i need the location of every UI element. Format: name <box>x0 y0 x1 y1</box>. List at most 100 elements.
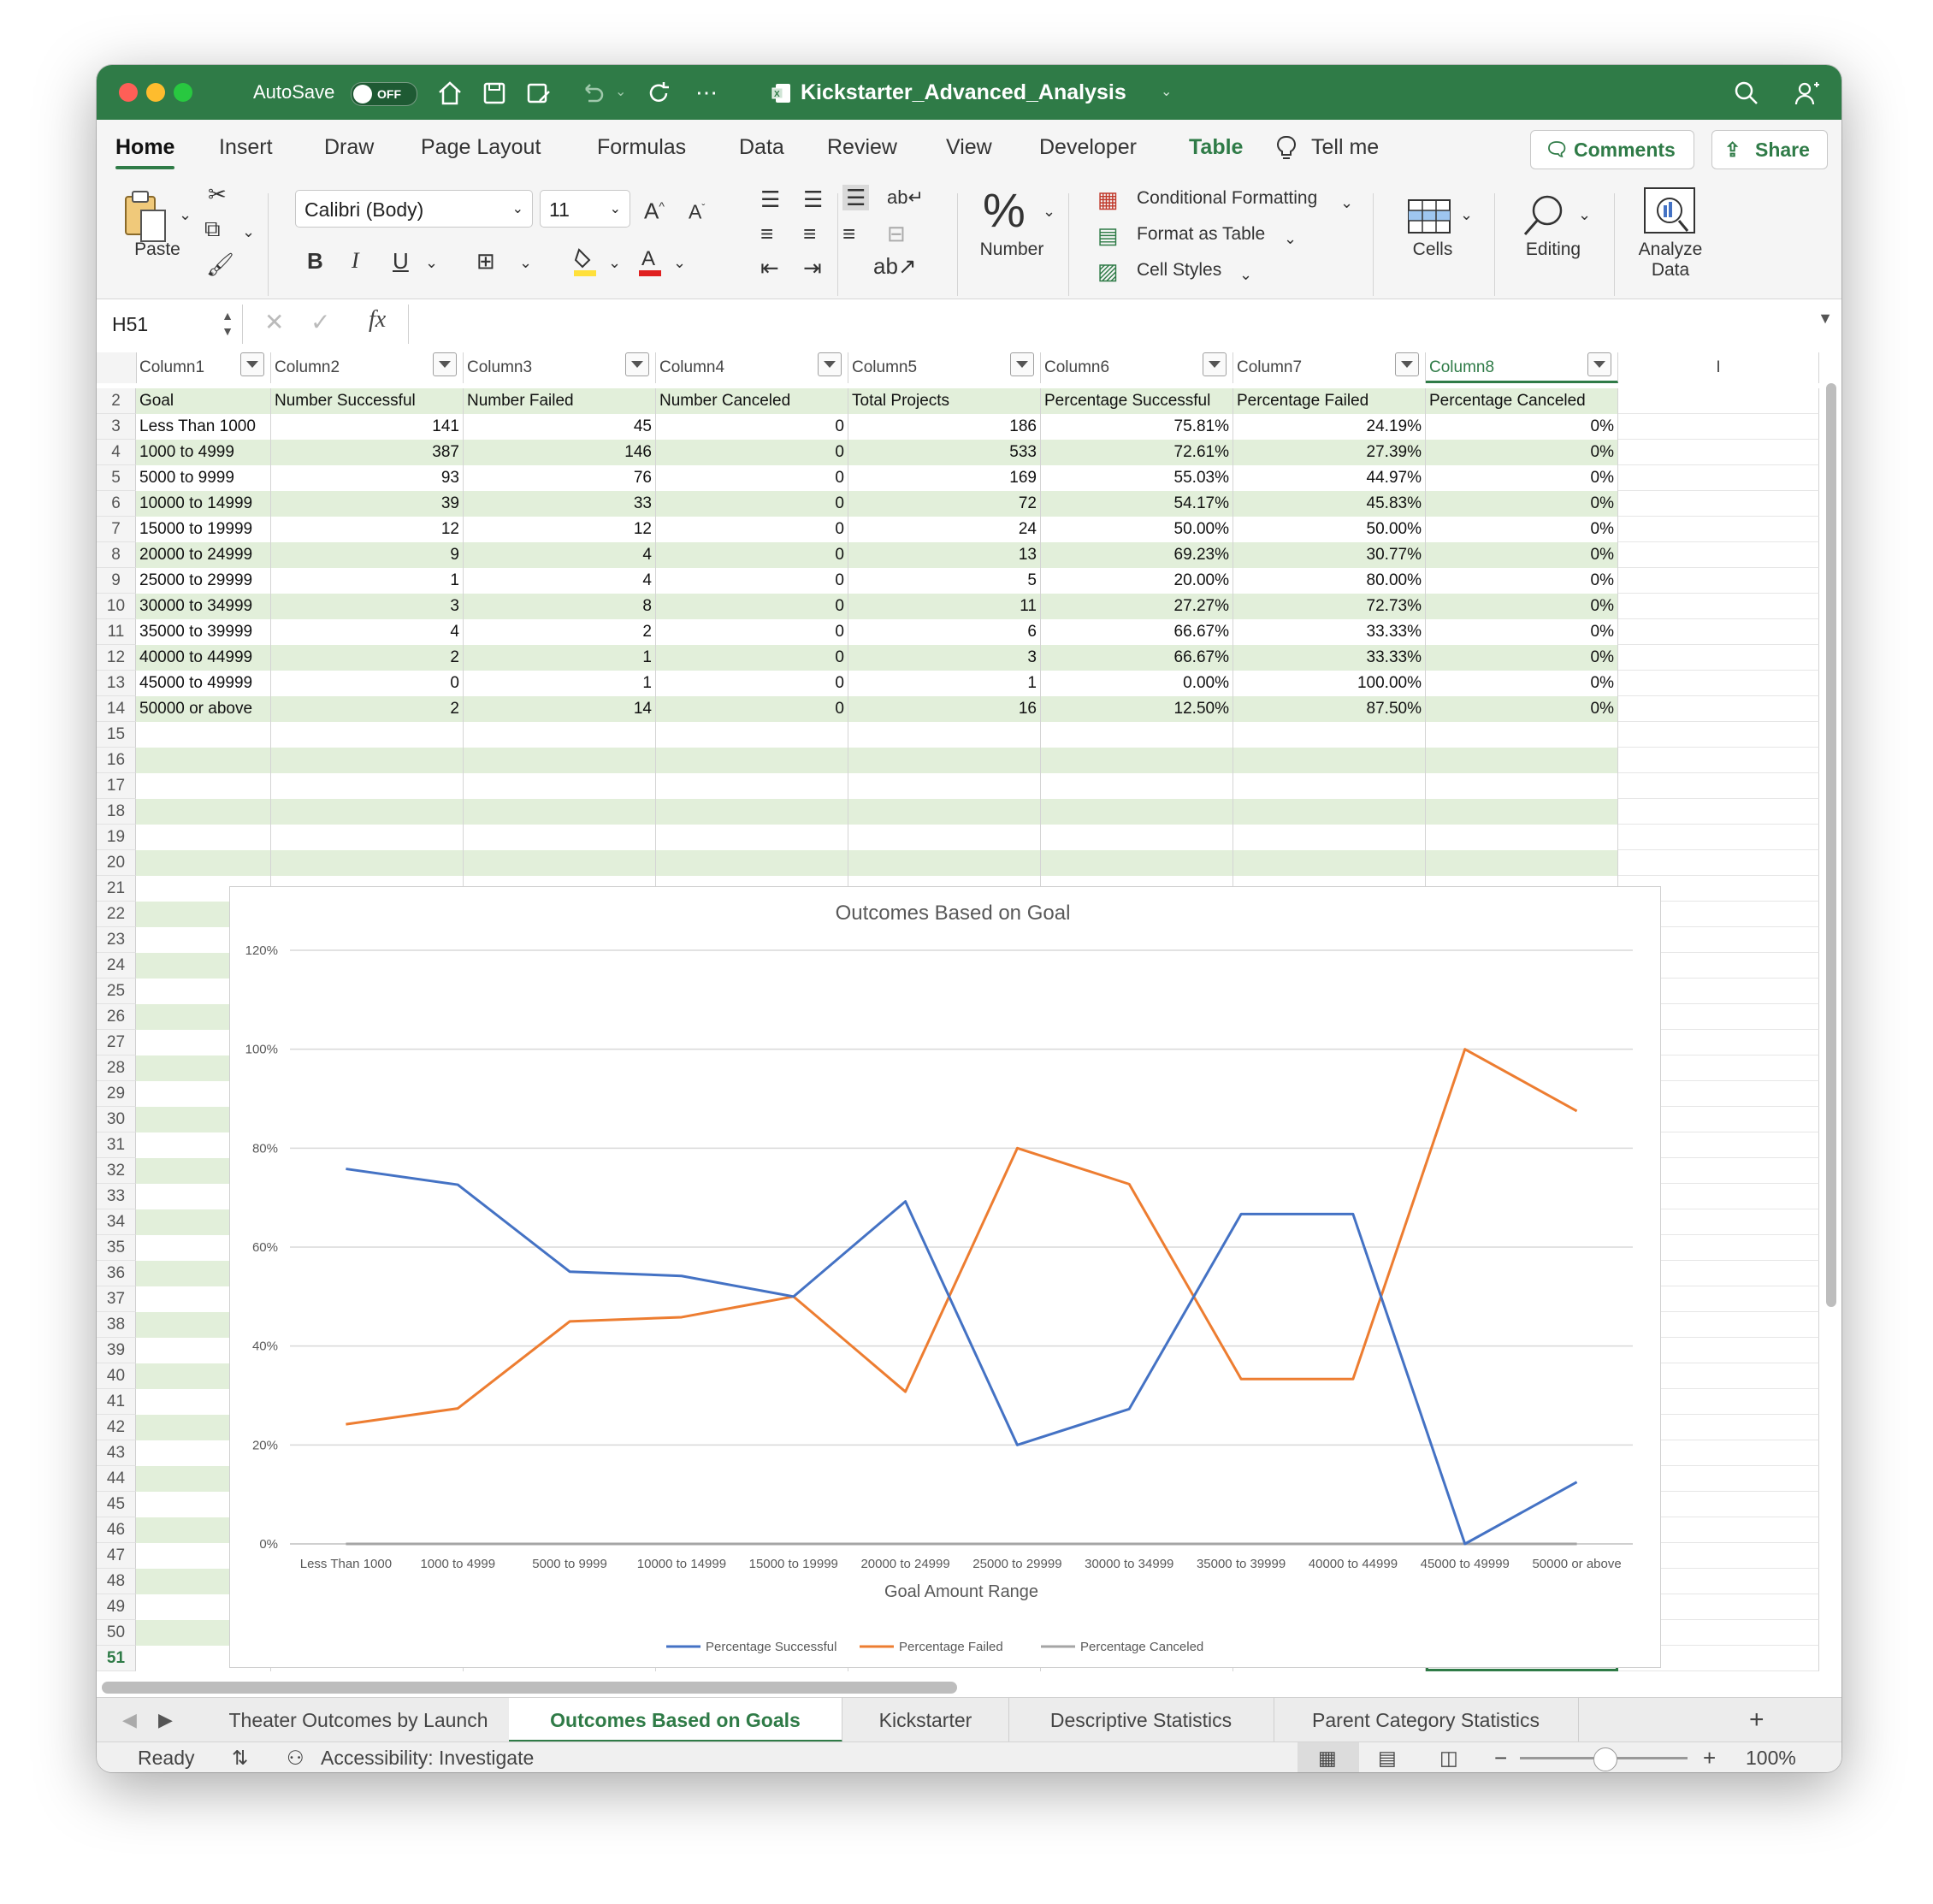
macro-record-icon[interactable]: ⇅ <box>232 1742 248 1772</box>
row-number[interactable]: 6 <box>97 491 136 517</box>
filter-dropdown-icon[interactable] <box>1587 352 1611 376</box>
decrease-indent-icon[interactable]: ⇤ <box>760 255 779 281</box>
font-name-select[interactable]: Calibri (Body) ⌄ <box>295 190 533 228</box>
table-cell[interactable]: 0% <box>1426 568 1618 594</box>
table-cell[interactable]: 44.97% <box>1233 465 1426 491</box>
italic-button[interactable]: I <box>352 248 359 274</box>
table-cell[interactable] <box>464 850 656 876</box>
filter-dropdown-icon[interactable] <box>1010 352 1034 376</box>
table-cell[interactable]: Goal <box>136 388 271 414</box>
table-cell[interactable] <box>464 825 656 850</box>
table-cell[interactable]: 12 <box>464 517 656 542</box>
table-cell[interactable]: 0 <box>656 594 848 619</box>
table-cell[interactable]: 72 <box>848 491 1041 517</box>
table-cell[interactable] <box>656 850 848 876</box>
table-cell[interactable] <box>1426 799 1618 825</box>
analyze-data-icon[interactable] <box>1641 185 1698 239</box>
table-cell[interactable]: 0% <box>1426 414 1618 440</box>
table-cell[interactable]: 24.19% <box>1233 414 1426 440</box>
table-cell[interactable] <box>271 748 464 773</box>
row-number[interactable]: 37 <box>97 1286 136 1312</box>
chevron-down-icon[interactable]: ⌄ <box>1284 226 1297 251</box>
share-person-icon[interactable] <box>1794 79 1823 108</box>
title-chevron-icon[interactable]: ⌄ <box>1161 65 1172 120</box>
tab-home[interactable]: Home <box>115 120 175 174</box>
table-cell[interactable]: 45.83% <box>1233 491 1426 517</box>
normal-view-button[interactable]: ▦ <box>1298 1742 1359 1772</box>
font-color-dropdown-icon[interactable]: ⌄ <box>673 250 686 275</box>
table-cell[interactable] <box>848 748 1041 773</box>
tab-table[interactable]: Table <box>1189 120 1243 174</box>
row-number[interactable]: 24 <box>97 953 136 979</box>
table-cell[interactable] <box>1041 722 1233 748</box>
table-cell[interactable]: 11 <box>848 594 1041 619</box>
table-cell[interactable] <box>1618 440 1819 465</box>
table-cell[interactable]: 0% <box>1426 619 1618 645</box>
row-number[interactable]: 35 <box>97 1235 136 1261</box>
table-cell[interactable]: 0% <box>1426 645 1618 671</box>
file-title[interactable]: Kickstarter_Advanced_Analysis <box>801 65 1126 120</box>
table-cell[interactable] <box>848 722 1041 748</box>
undo-icon[interactable] <box>577 79 606 108</box>
table-cell[interactable]: 5000 to 9999 <box>136 465 271 491</box>
row-number[interactable]: 23 <box>97 927 136 953</box>
table-cell[interactable] <box>271 799 464 825</box>
line-chart[interactable]: Outcomes Based on Goal 0% 20% 40% 60% 80% 100%… <box>229 886 1661 1668</box>
save-icon[interactable] <box>480 79 509 108</box>
row-number[interactable]: 34 <box>97 1209 136 1235</box>
tab-view[interactable]: View <box>946 120 992 174</box>
row-number[interactable]: 3 <box>97 414 136 440</box>
table-cell[interactable]: 45 <box>464 414 656 440</box>
row-number[interactable]: 48 <box>97 1569 136 1594</box>
format-painter-icon[interactable]: 🖌 <box>206 251 234 277</box>
merge-center-icon[interactable]: ⊟ <box>887 221 906 246</box>
copy-dropdown-icon[interactable]: ⌄ <box>242 219 255 245</box>
table-cell[interactable] <box>1618 388 1819 414</box>
table-cell[interactable]: 50.00% <box>1233 517 1426 542</box>
select-all-corner[interactable] <box>97 352 137 383</box>
row-number[interactable]: 5 <box>97 465 136 491</box>
table-cell[interactable] <box>1618 850 1819 876</box>
cut-icon[interactable]: ✂ <box>208 181 227 207</box>
table-cell[interactable]: 80.00% <box>1233 568 1426 594</box>
row-number[interactable]: 33 <box>97 1184 136 1209</box>
table-cell[interactable]: 35000 to 39999 <box>136 619 271 645</box>
row-number[interactable]: 28 <box>97 1055 136 1081</box>
table-cell[interactable]: 50.00% <box>1041 517 1233 542</box>
table-cell[interactable]: 0 <box>656 491 848 517</box>
zoom-level[interactable]: 100% <box>1746 1742 1796 1772</box>
table-cell[interactable]: 12 <box>271 517 464 542</box>
row-number[interactable]: 47 <box>97 1543 136 1569</box>
orientation-icon[interactable]: ab↗ <box>873 253 917 279</box>
accessibility-status[interactable]: Accessibility: Investigate <box>321 1742 534 1772</box>
align-bottom-icon[interactable]: ☰ <box>842 185 870 210</box>
table-cell[interactable]: 27.39% <box>1233 440 1426 465</box>
table-cell[interactable]: 2 <box>271 645 464 671</box>
table-cell[interactable]: 1 <box>848 671 1041 696</box>
row-number[interactable]: 12 <box>97 645 136 671</box>
table-cell[interactable]: 5 <box>848 568 1041 594</box>
table-cell[interactable] <box>1618 748 1819 773</box>
chevron-down-icon[interactable]: ⌄ <box>1340 190 1353 216</box>
table-cell[interactable]: 3 <box>848 645 1041 671</box>
table-cell[interactable]: 0% <box>1426 491 1618 517</box>
table-cell[interactable]: 33.33% <box>1233 619 1426 645</box>
table-cell[interactable]: 0% <box>1426 440 1618 465</box>
row-number[interactable]: 36 <box>97 1261 136 1286</box>
table-cell[interactable] <box>136 748 271 773</box>
editing-search-icon[interactable] <box>1520 190 1571 241</box>
table-cell[interactable]: Percentage Canceled <box>1426 388 1618 414</box>
table-cell[interactable] <box>1041 850 1233 876</box>
borders-dropdown-icon[interactable]: ⌄ <box>519 250 532 275</box>
table-cell[interactable] <box>1233 799 1426 825</box>
row-number[interactable]: 27 <box>97 1030 136 1055</box>
table-cell[interactable]: 533 <box>848 440 1041 465</box>
sheet-tab-parent-category[interactable]: Parent Category Statistics <box>1274 1698 1579 1742</box>
table-cell[interactable]: 387 <box>271 440 464 465</box>
horizontal-scrollbar[interactable] <box>102 1682 957 1694</box>
table-cell[interactable]: 76 <box>464 465 656 491</box>
row-number[interactable]: 40 <box>97 1363 136 1389</box>
row-number[interactable]: 9 <box>97 568 136 594</box>
table-cell[interactable]: 169 <box>848 465 1041 491</box>
table-cell[interactable] <box>136 722 271 748</box>
